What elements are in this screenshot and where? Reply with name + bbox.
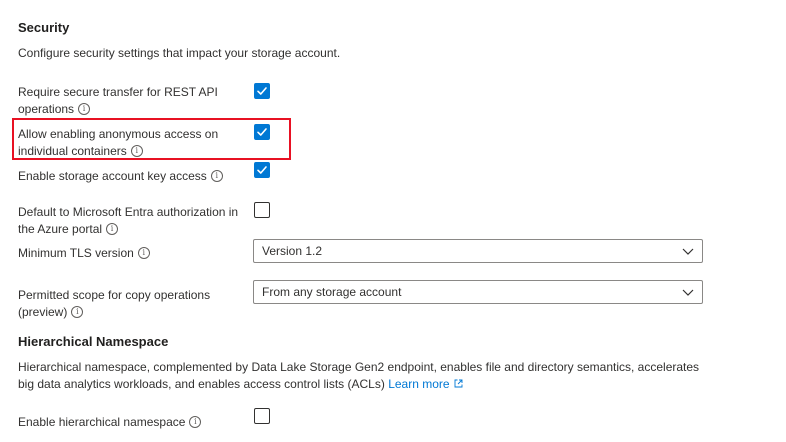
entra-auth-checkbox[interactable] xyxy=(254,202,270,218)
hns-description-line1: Hierarchical namespace, complemented by … xyxy=(18,360,700,374)
chevron-down-icon xyxy=(682,289,694,296)
hns-enable-checkbox[interactable] xyxy=(254,408,270,424)
checkmark-icon xyxy=(257,87,267,95)
entra-auth-label-line1: Default to Microsoft Entra authorization… xyxy=(18,205,239,219)
min-tls-select[interactable]: Version 1.2 xyxy=(253,239,703,263)
hns-description-line2: big data analytics workloads, and enable… xyxy=(18,377,385,391)
min-tls-label: Minimum TLS version i xyxy=(18,245,150,262)
entra-auth-label-line2: the Azure portal xyxy=(18,222,103,236)
min-tls-value: Version 1.2 xyxy=(262,244,323,258)
info-icon[interactable]: i xyxy=(210,169,223,182)
key-access-label-text: Enable storage account key access xyxy=(18,169,207,183)
learn-more-link[interactable]: Learn more xyxy=(388,377,449,391)
hns-heading: Hierarchical Namespace xyxy=(18,334,169,349)
chevron-down-icon xyxy=(682,248,694,255)
info-icon[interactable]: i xyxy=(71,305,84,318)
copy-scope-label-line2: (preview) xyxy=(18,305,68,319)
copy-scope-label-line1: Permitted scope for copy operations xyxy=(18,288,211,302)
info-icon[interactable]: i xyxy=(106,222,119,235)
anonymous-access-checkbox[interactable] xyxy=(254,124,270,140)
secure-transfer-label-line1: Require secure transfer for REST API xyxy=(18,85,218,99)
key-access-checkbox[interactable] xyxy=(254,162,270,178)
external-link-icon xyxy=(454,379,463,388)
entra-auth-label: Default to Microsoft Entra authorization… xyxy=(18,204,258,238)
key-access-label: Enable storage account key access i xyxy=(18,168,223,185)
hns-enable-label: Enable hierarchical namespace i xyxy=(18,414,202,431)
anonymous-access-label-line2: individual containers xyxy=(18,144,127,158)
security-heading: Security xyxy=(18,20,70,35)
checkmark-icon xyxy=(257,128,267,136)
info-icon[interactable]: i xyxy=(78,102,91,115)
info-icon[interactable]: i xyxy=(189,415,202,428)
anonymous-access-label: Allow enabling anonymous access on indiv… xyxy=(18,126,248,160)
info-icon[interactable]: i xyxy=(130,144,143,157)
secure-transfer-label: Require secure transfer for REST API ope… xyxy=(18,84,238,118)
copy-scope-select[interactable]: From any storage account xyxy=(253,280,703,304)
security-description: Configure security settings that impact … xyxy=(18,46,341,60)
min-tls-label-text: Minimum TLS version xyxy=(18,246,134,260)
secure-transfer-checkbox[interactable] xyxy=(254,83,270,99)
anonymous-access-label-line1: Allow enabling anonymous access on xyxy=(18,127,219,141)
copy-scope-label: Permitted scope for copy operations (pre… xyxy=(18,287,248,321)
checkmark-icon xyxy=(257,166,267,174)
secure-transfer-label-line2: operations xyxy=(18,102,75,116)
copy-scope-value: From any storage account xyxy=(262,285,402,299)
info-icon[interactable]: i xyxy=(137,246,150,259)
hns-description: Hierarchical namespace, complemented by … xyxy=(18,359,699,393)
hns-enable-label-text: Enable hierarchical namespace xyxy=(18,415,186,429)
